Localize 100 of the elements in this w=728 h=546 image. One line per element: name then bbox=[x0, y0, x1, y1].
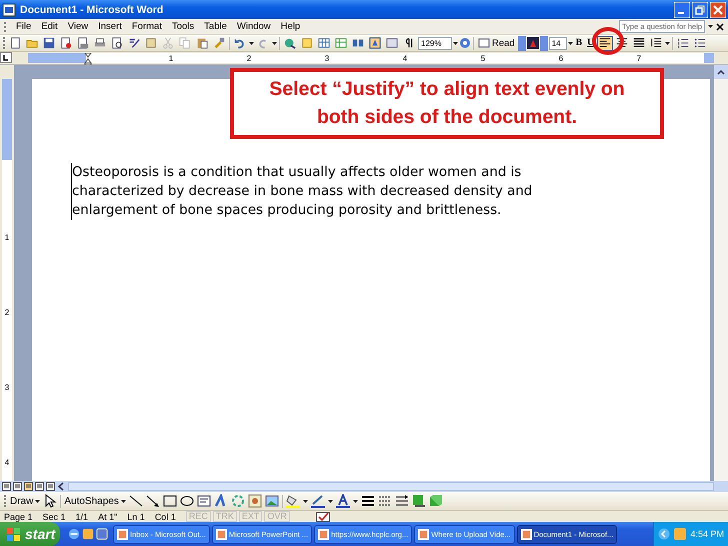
permission-icon bbox=[60, 37, 72, 49]
line-spacing-icon bbox=[650, 37, 662, 49]
fill-color-icon[interactable] bbox=[286, 494, 300, 508]
tray-expand-icon[interactable] bbox=[658, 528, 670, 540]
line-icon[interactable] bbox=[128, 494, 143, 508]
printer-page-icon bbox=[77, 37, 89, 49]
ruler-number: 5 bbox=[480, 54, 486, 62]
caret-icon[interactable] bbox=[352, 498, 358, 504]
draw-menu-button[interactable]: Draw bbox=[10, 496, 40, 506]
redo-icon bbox=[257, 37, 269, 49]
caret-icon[interactable] bbox=[453, 40, 458, 46]
status-indicator: Sec 1 bbox=[42, 512, 67, 522]
reading-view-icon[interactable] bbox=[46, 482, 55, 491]
ruler-number: 2 bbox=[4, 308, 10, 317]
clipboard-icon bbox=[196, 37, 208, 49]
rectangle-icon[interactable] bbox=[162, 494, 177, 508]
scroll-left-icon[interactable] bbox=[57, 482, 66, 491]
scroll-up-icon[interactable] bbox=[714, 65, 728, 79]
oval-icon[interactable] bbox=[180, 494, 194, 508]
document-map-button[interactable] bbox=[384, 36, 400, 50]
bulleted-list-icon bbox=[694, 37, 706, 49]
spelling-icon bbox=[128, 37, 140, 49]
menu-item[interactable]: Format bbox=[126, 21, 167, 32]
shadow-style-icon[interactable] bbox=[412, 494, 426, 508]
status-indicator: Page 1 bbox=[4, 512, 34, 522]
media-app-icon[interactable] bbox=[96, 528, 108, 540]
line-style-icon[interactable] bbox=[360, 494, 375, 508]
align-left-button[interactable] bbox=[596, 36, 613, 50]
caret-icon[interactable] bbox=[708, 24, 713, 29]
close-icon[interactable] bbox=[716, 22, 724, 30]
text-box-icon[interactable] bbox=[196, 494, 211, 508]
menu-item[interactable]: Help bbox=[276, 21, 306, 32]
numbered-list-icon bbox=[676, 37, 689, 49]
arrow-style-icon[interactable] bbox=[394, 494, 409, 508]
diagram-icon[interactable] bbox=[230, 494, 245, 508]
picture-icon[interactable] bbox=[264, 494, 279, 508]
caret-icon[interactable] bbox=[568, 40, 573, 46]
document-map-icon bbox=[386, 37, 398, 49]
clip-art-icon[interactable] bbox=[248, 494, 262, 508]
caret-icon[interactable] bbox=[35, 498, 40, 504]
help-icon[interactable] bbox=[459, 37, 471, 49]
mail-app-icon[interactable] bbox=[82, 528, 94, 540]
clock: 4:54 PM bbox=[690, 529, 724, 539]
zoom-field[interactable]: 129% bbox=[418, 36, 452, 50]
indent-marker-icon[interactable] bbox=[84, 53, 92, 65]
arrow-icon[interactable] bbox=[146, 494, 160, 508]
callout-note: Select “Justify” to align text evenly on both sides of the document. bbox=[230, 68, 664, 139]
font-size-field[interactable]: 14 bbox=[548, 36, 567, 50]
window-title: Document1 - Microsoft Word bbox=[20, 4, 164, 16]
start-button[interactable]: start bbox=[0, 522, 60, 546]
table-button[interactable] bbox=[316, 36, 332, 50]
font-color-icon[interactable] bbox=[336, 494, 350, 508]
status-indicator: Ln 1 bbox=[127, 512, 146, 522]
menu-item[interactable]: File bbox=[11, 21, 36, 32]
menu-item[interactable]: Table bbox=[199, 21, 232, 32]
caret-icon[interactable] bbox=[664, 40, 670, 46]
status-indicator: OVR bbox=[264, 511, 290, 522]
read-button[interactable]: Read bbox=[476, 36, 517, 50]
toolbar-handle[interactable] bbox=[540, 36, 548, 50]
print-layout-icon[interactable] bbox=[24, 482, 33, 491]
menu-item[interactable]: Insert bbox=[93, 21, 127, 32]
dash-style-icon[interactable] bbox=[378, 494, 392, 508]
excel-sheet-button[interactable] bbox=[333, 36, 349, 50]
drawing-button[interactable] bbox=[367, 36, 383, 50]
browser-icon[interactable] bbox=[68, 528, 80, 540]
bold-button[interactable]: B bbox=[574, 36, 584, 50]
disk-button[interactable] bbox=[41, 36, 57, 50]
style-icon[interactable] bbox=[526, 37, 539, 49]
window-icon bbox=[418, 528, 430, 540]
word-document-icon[interactable] bbox=[2, 2, 16, 16]
autoshapes-menu-button[interactable]: AutoShapes bbox=[64, 496, 126, 506]
vertical-scrollbar[interactable] bbox=[714, 65, 728, 481]
normal-view-icon[interactable] bbox=[2, 482, 11, 491]
status-indicator: EXT bbox=[238, 511, 262, 522]
caret-icon[interactable] bbox=[120, 498, 126, 504]
caret-icon[interactable] bbox=[249, 40, 254, 46]
status-indicator: At 1" bbox=[98, 512, 118, 522]
web-view-icon[interactable] bbox=[13, 482, 22, 491]
minimize-icon[interactable] bbox=[674, 2, 690, 18]
restore-icon[interactable] bbox=[692, 2, 708, 18]
menu-item[interactable]: Edit bbox=[36, 21, 63, 32]
window-icon bbox=[318, 528, 330, 540]
spelling-check-icon bbox=[316, 512, 330, 522]
menu-item[interactable]: View bbox=[62, 21, 94, 32]
menu-item[interactable]: Window bbox=[232, 21, 276, 32]
toolbar-handle[interactable] bbox=[518, 36, 526, 50]
tab-stop-icon[interactable] bbox=[0, 52, 12, 63]
horizontal-scrollbar[interactable] bbox=[68, 482, 714, 491]
caret-icon[interactable] bbox=[302, 498, 308, 504]
caret-icon[interactable] bbox=[272, 40, 277, 46]
ruler-number: 6 bbox=[558, 54, 564, 62]
ruler-number: 3 bbox=[4, 383, 10, 392]
menu-item[interactable]: Tools bbox=[166, 21, 200, 32]
table-icon bbox=[318, 37, 330, 49]
pointer-icon[interactable] bbox=[43, 494, 58, 508]
line-color-icon[interactable] bbox=[310, 494, 325, 508]
wordart-icon[interactable] bbox=[214, 494, 228, 508]
highlight-circle bbox=[592, 27, 624, 55]
caret-icon[interactable] bbox=[328, 498, 333, 504]
outline-view-icon[interactable] bbox=[35, 482, 44, 491]
